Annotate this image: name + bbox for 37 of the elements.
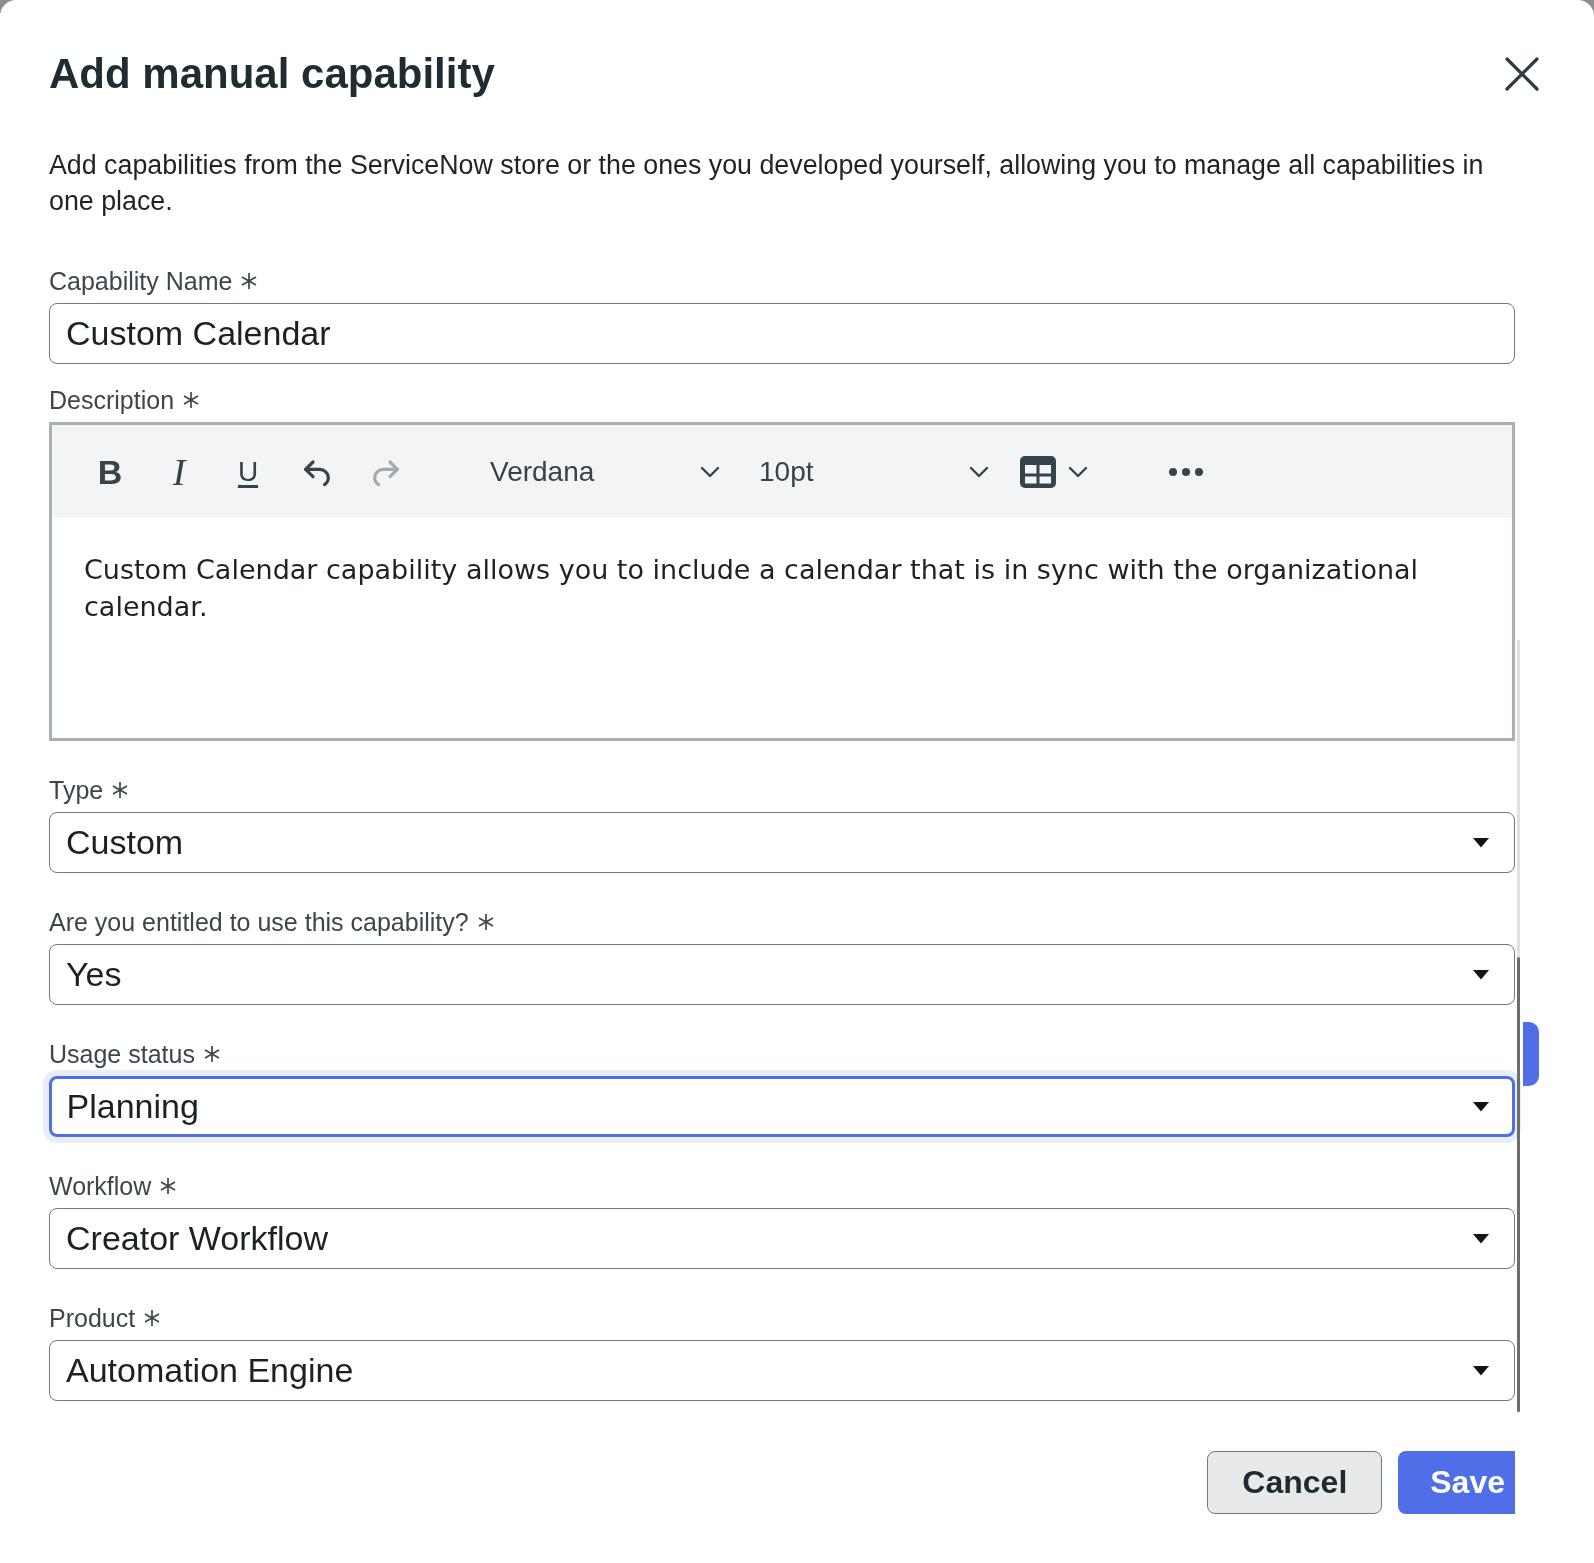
- caret-down-icon: [1473, 837, 1489, 848]
- save-button[interactable]: Save: [1398, 1451, 1515, 1514]
- select-field[interactable]: Yes: [49, 944, 1515, 1005]
- field-label: Product: [49, 1303, 136, 1333]
- font-dropdown[interactable]: Verdana: [470, 445, 725, 498]
- caret-down-icon: [1473, 1233, 1489, 1244]
- chevron-down-icon: [969, 465, 989, 478]
- chevron-down-icon: [700, 465, 720, 478]
- caret-down-icon: [1473, 969, 1489, 980]
- caret-down-icon: [1472, 1101, 1489, 1112]
- underline-button[interactable]: U: [222, 445, 274, 498]
- select-field[interactable]: Custom: [49, 812, 1515, 873]
- field-label: Type: [49, 775, 104, 805]
- field-label: Capability Name: [49, 266, 233, 296]
- scrollbar-thumb[interactable]: [1517, 957, 1520, 1412]
- button-fragment: [1523, 1022, 1539, 1086]
- close-button[interactable]: [1505, 57, 1539, 91]
- bold-button[interactable]: B: [84, 445, 136, 498]
- intro-text: Add capabilities from the ServiceNow store or the ones you developed yourself, allowing you to manage all capabilities in one place.: [49, 149, 1485, 218]
- table-icon: [1020, 455, 1056, 488]
- chevron-down-icon: [1068, 465, 1088, 478]
- more-icon: [1169, 467, 1203, 476]
- close-icon: [1505, 57, 1539, 91]
- scrollbar-track[interactable]: [1517, 640, 1520, 1412]
- size-dropdown[interactable]: 10pt: [742, 445, 992, 498]
- text-field[interactable]: Custom Calendar: [49, 303, 1515, 364]
- select-field[interactable]: Automation Engine: [49, 1340, 1515, 1401]
- italic-button[interactable]: I: [153, 445, 205, 498]
- caret-down-icon: [1473, 1365, 1489, 1376]
- field-label: Workflow: [49, 1171, 152, 1201]
- field-label: Usage status: [49, 1039, 195, 1069]
- editor-text-area[interactable]: Custom Calendar capability allows you to include a calendar that is in sync with the organizational calendar.: [52, 518, 1512, 738]
- field-label: Are you entitled to use this capability?: [49, 907, 469, 937]
- select-field[interactable]: Creator Workflow: [49, 1208, 1515, 1269]
- cancel-button[interactable]: Cancel: [1207, 1451, 1383, 1514]
- field-label: Description: [49, 385, 175, 415]
- dialog-title: Add manual capability: [49, 49, 495, 99]
